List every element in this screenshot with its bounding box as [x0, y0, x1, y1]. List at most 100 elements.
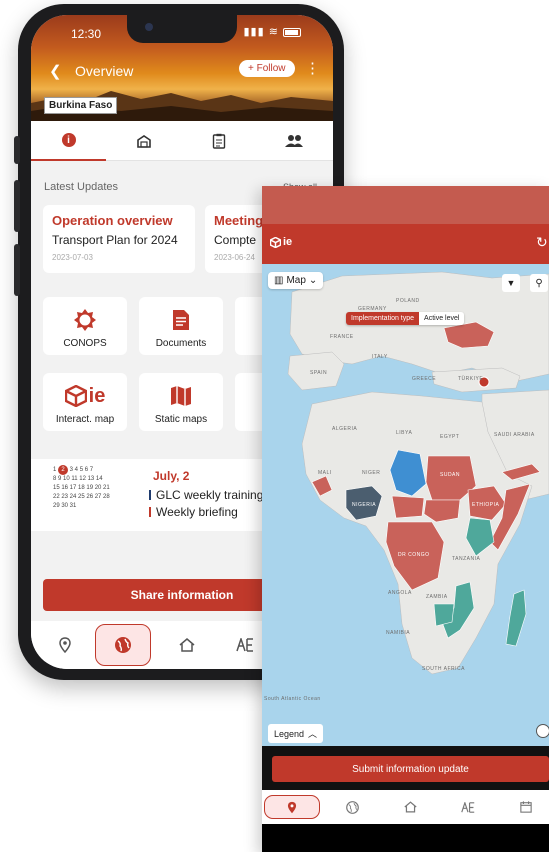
- my-location-button[interactable]: [536, 724, 549, 738]
- map-label: DR CONGO: [398, 552, 430, 558]
- tablet-home-indicator-area: [262, 824, 549, 852]
- home-icon: [403, 801, 417, 813]
- globe-icon: [115, 637, 131, 653]
- calendar-today: 2: [58, 465, 69, 475]
- tablet-status-bar: [262, 186, 549, 224]
- submit-information-update-button[interactable]: Submit information update: [272, 756, 549, 782]
- search-button[interactable]: ⚲: [530, 274, 548, 292]
- more-vertical-icon[interactable]: ⋮: [305, 59, 320, 77]
- tile-label: Interact. map: [55, 414, 115, 425]
- map-label: FRANCE: [330, 334, 354, 340]
- tablet-nav-calendar[interactable]: [498, 795, 549, 819]
- calendar-row: 22 23 24 25 26 27 28: [53, 494, 110, 500]
- tablet-nav-logistics[interactable]: [440, 795, 496, 819]
- status-icons: ▮▮▮ ≋: [243, 25, 301, 38]
- country-car: [391, 495, 425, 519]
- tile-documents[interactable]: Documents: [139, 297, 223, 355]
- map-icon: ▥: [274, 275, 284, 286]
- latest-updates-label: Latest Updates: [44, 181, 118, 193]
- chevron-down-icon: ⌄: [308, 275, 318, 286]
- map-type-dropdown[interactable]: ▥ Map ⌄: [268, 272, 324, 289]
- logistics-icon: [236, 638, 253, 652]
- tile-interactive-map[interactable]: ie Interact. map: [43, 373, 127, 431]
- map-label: LIBYA: [396, 430, 412, 436]
- map-label: SUDAN: [440, 472, 460, 478]
- tile-static-maps[interactable]: Static maps: [139, 373, 223, 431]
- search-icon: ⚲: [535, 277, 543, 289]
- calendar-icon: [520, 801, 532, 813]
- tile-label: Documents: [155, 338, 207, 349]
- country-madagascar: [505, 589, 527, 647]
- tab-warehouse[interactable]: [106, 121, 181, 161]
- tile-label: Static maps: [154, 414, 208, 425]
- filter-button[interactable]: ▼: [502, 274, 520, 292]
- tab-checklist[interactable]: [181, 121, 256, 161]
- update-card-date: 2023-07-03: [52, 253, 93, 262]
- map-label: ANGOLA: [388, 590, 412, 596]
- map-canvas: POLAND GERMANY FRANCE ITALY SPAIN GREECE…: [264, 271, 549, 702]
- segment-implementation-type[interactable]: Implementation type: [346, 312, 420, 325]
- chevron-up-icon: ︿: [308, 729, 318, 739]
- map-label: GREECE: [412, 376, 436, 382]
- tab-bar: i: [31, 121, 333, 161]
- segment-active-level[interactable]: Active level: [419, 312, 465, 325]
- refresh-icon[interactable]: ↻: [536, 234, 548, 251]
- calendar-event[interactable]: GLC weekly training: [149, 488, 263, 502]
- tablet-device: ie ↻ POLAND GERMANY FRANCE ITALY SPAIN G…: [262, 186, 549, 852]
- globe-icon: [345, 800, 359, 814]
- signal-icon: ▮▮▮: [243, 26, 265, 38]
- nav-globe[interactable]: [95, 624, 151, 666]
- map-label: MALI: [318, 470, 332, 476]
- tab-people[interactable]: [256, 121, 331, 161]
- document-icon: [172, 308, 190, 332]
- tablet-nav-globe[interactable]: [324, 795, 380, 819]
- people-icon: [284, 135, 303, 147]
- map-label: EGYPT: [440, 434, 459, 440]
- calendar-date-heading: July, 2: [153, 469, 190, 483]
- map-label: TÜRKIYE: [458, 375, 483, 382]
- warehouse-icon: [136, 135, 151, 148]
- map-label: TANZANIA: [452, 556, 481, 562]
- tablet-nav-home[interactable]: [382, 795, 438, 819]
- nav-logistics[interactable]: [225, 629, 265, 661]
- calendar-day: 1: [53, 467, 57, 473]
- interactive-map[interactable]: POLAND GERMANY FRANCE ITALY SPAIN GREECE…: [262, 264, 549, 746]
- chevron-left-icon[interactable]: ❮: [49, 62, 62, 80]
- legend-button[interactable]: Legend ︿: [268, 724, 324, 743]
- follow-button[interactable]: + Follow: [239, 60, 295, 77]
- layer-toggle: Implementation type Active level: [346, 312, 465, 325]
- nav-home[interactable]: [167, 629, 207, 661]
- map-label: NIGERIA: [352, 502, 376, 508]
- nav-location[interactable]: [45, 629, 85, 661]
- phone-side-button: [14, 136, 20, 164]
- tablet-app-bar: ie ↻: [262, 224, 549, 264]
- app-logo-text: ie: [283, 236, 293, 248]
- notch: [127, 15, 237, 43]
- tablet-bottom-nav: [262, 790, 549, 824]
- map-label: ETHIOPIA: [472, 502, 500, 508]
- battery-icon: [283, 27, 301, 37]
- map-label: ITALY: [372, 354, 388, 360]
- update-card[interactable]: Operation overview Transport Plan for 20…: [43, 205, 195, 273]
- mini-calendar[interactable]: 1 2 3 4 5 6 7 8 9 10 11 12 13 14 15 16 1…: [53, 465, 110, 511]
- map-label: POLAND: [396, 298, 420, 304]
- logistics-icon: [461, 801, 475, 813]
- tab-info[interactable]: i: [31, 121, 106, 161]
- map-label: ZAMBIA: [426, 594, 448, 600]
- legend-label: Legend: [274, 728, 305, 739]
- clipboard-icon: [212, 133, 225, 149]
- tablet-nav-location[interactable]: [264, 795, 320, 819]
- calendar-row: 15 16 17 18 19 20 21: [53, 485, 110, 491]
- phone-volume-up: [14, 180, 20, 232]
- info-icon: i: [61, 133, 76, 147]
- status-time: 12:30: [71, 27, 102, 41]
- gear-icon: [73, 308, 97, 332]
- home-icon: [179, 638, 195, 652]
- map-icon: [170, 384, 192, 408]
- tile-label: CONOPS: [63, 338, 107, 349]
- page-title: Overview: [75, 63, 134, 79]
- tile-conops[interactable]: CONOPS: [43, 297, 127, 355]
- filter-icon: ▼: [506, 278, 516, 288]
- calendar-event[interactable]: Weekly briefing: [149, 505, 238, 519]
- update-card-title: Operation overview: [52, 213, 173, 228]
